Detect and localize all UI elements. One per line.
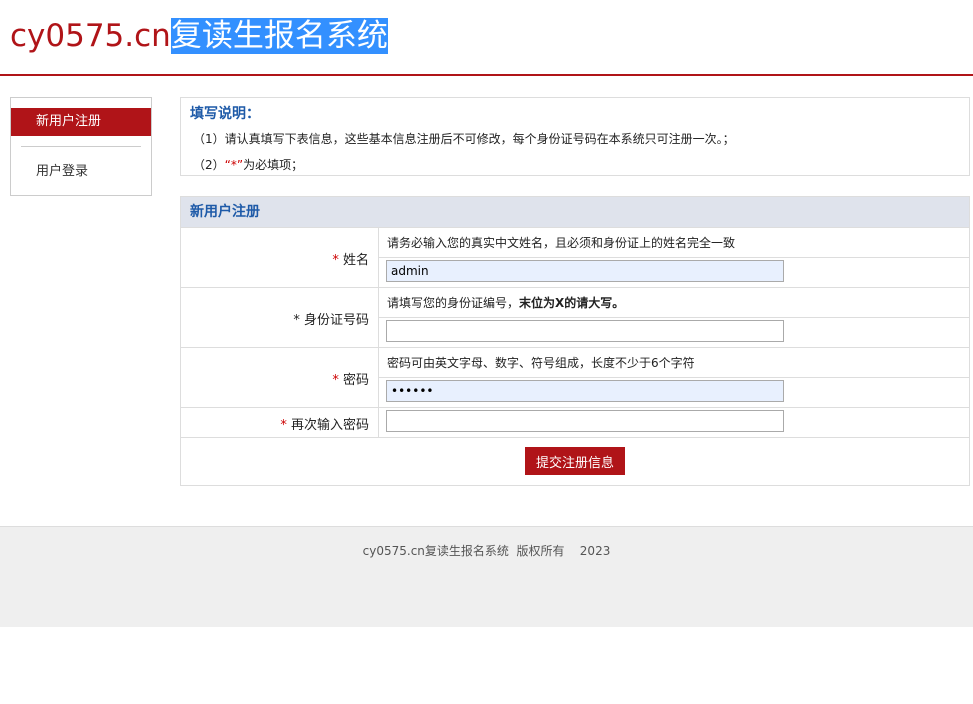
confirm-password-input[interactable] [386, 410, 784, 432]
instructions-line-1: （1）请认真填写下表信息，这些基本信息注册后不可修改，每个身份证号码在本系统只可… [193, 132, 735, 146]
row-divider [181, 227, 969, 228]
site-logo[interactable]: cy0575.cn复读生报名系统 [10, 14, 388, 58]
name-hint: 请务必输入您的真实中文姓名，且必须和身份证上的姓名完全一致 [387, 236, 736, 250]
logo-title: 复读生报名系统 [170, 18, 388, 54]
form-column-divider [378, 227, 379, 437]
name-input[interactable] [386, 260, 784, 282]
id-number-hint: 请填写您的身份证编号，末位为X的请大写。 [387, 296, 625, 310]
instructions-line-2-suffix: 为必填项； [243, 158, 304, 172]
instructions-panel: 填写说明： （1）请认真填写下表信息，这些基本信息注册后不可修改，每个身份证号码… [180, 97, 970, 176]
id-number-label: * 身份证号码 [293, 313, 369, 328]
sidebar-item-register[interactable]: 新用户注册 [11, 108, 151, 136]
footer: cy0575.cn复读生报名系统 版权所有 2023 [0, 526, 973, 627]
logo-domain: cy0575.cn [10, 18, 171, 54]
copyright-text: cy0575.cn复读生报名系统 版权所有 2023 [362, 544, 611, 558]
row-divider [378, 317, 969, 318]
form-title: 新用户注册 [181, 197, 969, 227]
name-label: * 姓名 [332, 253, 369, 268]
password-input[interactable] [386, 380, 784, 402]
sidebar-divider [21, 146, 141, 147]
confirm-password-label: * 再次输入密码 [280, 418, 369, 433]
sidebar-item-login[interactable]: 用户登录 [36, 160, 88, 179]
row-divider [181, 437, 969, 438]
registration-form: 新用户注册 * 姓名 请务必输入您的真实中文姓名，且必须和身份证上的姓名完全一致… [180, 196, 970, 486]
row-divider [181, 287, 969, 288]
row-divider [378, 377, 969, 378]
row-divider [181, 407, 969, 408]
instructions-title: 填写说明： [190, 106, 260, 122]
required-mark-example: “*” [224, 158, 244, 172]
row-divider [181, 347, 969, 348]
password-hint: 密码可由英文字母、数字、符号组成，长度不少于6个字符 [387, 356, 695, 370]
sidebar: 新用户注册 用户登录 [10, 97, 152, 196]
submit-registration-button[interactable]: 提交注册信息 [525, 447, 625, 475]
row-divider [378, 257, 969, 258]
instructions-line-2-prefix: （2） [193, 158, 225, 172]
password-label: * 密码 [332, 373, 369, 388]
header: cy0575.cn复读生报名系统 [0, 0, 973, 76]
id-number-input[interactable] [386, 320, 784, 342]
instructions-line-2: （2）“*”为必填项； [193, 156, 303, 173]
